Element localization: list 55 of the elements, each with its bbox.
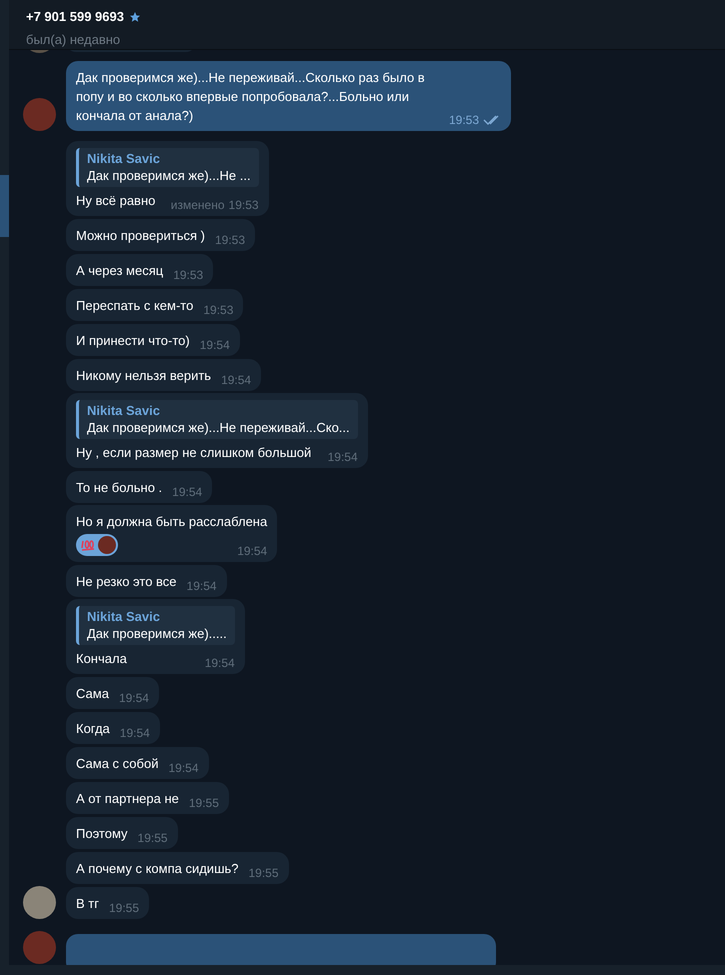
message-text: Но я должна быть расслаблена bbox=[76, 513, 268, 531]
reply-author: Nikita Savic bbox=[87, 608, 161, 625]
message-time: 19:55 bbox=[248, 865, 279, 882]
message-time: 19:54 bbox=[186, 578, 217, 595]
reply-author: Nikita Savic bbox=[87, 150, 161, 167]
avatar[interactable] bbox=[23, 886, 56, 919]
message-time: 19:54 bbox=[200, 337, 230, 354]
message-text: То не больно . bbox=[76, 479, 162, 497]
reply-text: Дак проверимся же)...Не переживай...Ско... bbox=[87, 419, 350, 437]
message-text: Дак проверимся же)...Не переживай...Сколько раз было в попу и во сколько впервые попробовала?...Больно или кончала от анала?) bbox=[76, 69, 426, 125]
message-text: Сама bbox=[76, 685, 109, 703]
message-time: 19:53 bbox=[448, 112, 479, 129]
message-text: Ну , если размер не слишком большой bbox=[76, 444, 312, 462]
message-time: 19:54 bbox=[118, 690, 149, 707]
reply-quote[interactable]: Nikita Savic Дак проверимся же)...Не переживай...Ско... bbox=[76, 400, 358, 439]
message-text: Не резко это все bbox=[76, 573, 177, 591]
message-time: 19:54 bbox=[168, 760, 198, 777]
reply-quote[interactable]: Nikita Savic Дак проверимся же)..... bbox=[76, 606, 235, 645]
message-text: Можно провериться ) bbox=[76, 227, 205, 245]
reply-text: Дак проверимся же)...Не ... bbox=[87, 167, 251, 185]
contact-status: был(а) недавно bbox=[26, 30, 122, 49]
message-time: 19:53 bbox=[214, 232, 245, 249]
reply-quote[interactable]: Nikita Savic Дак проверимся же)...Не ... bbox=[76, 148, 259, 187]
message-time: 19:54 bbox=[204, 655, 235, 672]
message-text: И принести что-то) bbox=[76, 332, 190, 350]
message-time: 19:55 bbox=[108, 900, 140, 917]
contact-name: +7 901 599 9693 bbox=[26, 8, 124, 26]
hundred-points-icon bbox=[81, 538, 95, 552]
message-text: Поэтому bbox=[76, 825, 128, 843]
message-time: 19:54 bbox=[172, 484, 202, 501]
edited-label: изменено bbox=[170, 197, 225, 214]
message-time: 19:55 bbox=[138, 830, 168, 847]
message-text: Переспать с кем-то bbox=[76, 297, 194, 315]
reactor-avatar bbox=[98, 536, 116, 554]
message-time: 19:55 bbox=[188, 795, 219, 812]
message-text: А почему с компа сидишь? bbox=[76, 860, 238, 878]
message-time: 19:54 bbox=[120, 725, 150, 742]
message-text: В тг bbox=[76, 895, 99, 913]
message-text: Никому нельзя верить bbox=[76, 367, 212, 385]
reply-text: Дак проверимся же)..... bbox=[87, 625, 227, 643]
reply-author: Nikita Savic bbox=[87, 402, 161, 419]
active-chat-indicator bbox=[0, 175, 9, 237]
message-time: 19:54 bbox=[237, 543, 268, 560]
message-text: Сама с собой bbox=[76, 755, 158, 773]
reaction-pill[interactable] bbox=[76, 534, 118, 556]
message-text: А через месяц bbox=[76, 262, 164, 280]
message-text: А от партнера не bbox=[76, 790, 179, 808]
message-time: 19:53 bbox=[203, 302, 234, 319]
message-time: 19:53 bbox=[173, 267, 204, 284]
message-text: Кончала bbox=[76, 650, 127, 668]
message-time: 19:54 bbox=[221, 372, 252, 389]
message-time: 19:53 bbox=[228, 197, 259, 214]
message-text: Ну всё равно bbox=[76, 192, 156, 210]
message-text: Когда bbox=[76, 720, 110, 738]
message-time: 19:54 bbox=[328, 449, 358, 466]
